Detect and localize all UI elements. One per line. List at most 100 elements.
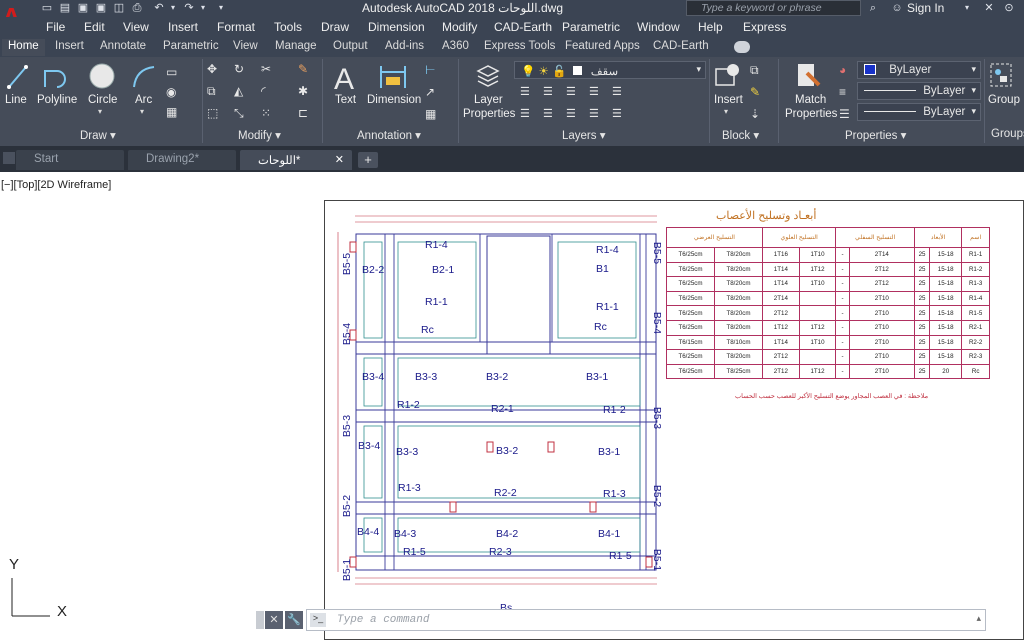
plot-icon[interactable]: ⎙ — [130, 1, 144, 15]
mirror-icon[interactable]: ◭ — [234, 84, 250, 100]
undo-dropdown-icon[interactable]: ▾ — [166, 1, 180, 15]
layer-tool-icon[interactable]: ☰ — [543, 107, 559, 123]
array-icon[interactable]: ⁙ — [261, 106, 277, 122]
match-properties-button-2[interactable]: Properties — [785, 108, 837, 120]
arc-icon[interactable] — [131, 63, 157, 91]
arc-button[interactable]: Arc — [135, 94, 152, 106]
group-icon[interactable] — [988, 61, 1016, 89]
command-history-icon[interactable]: ▴ — [976, 613, 981, 624]
linetype-icon[interactable]: ≡ — [839, 85, 855, 101]
redo-icon[interactable]: ↷ — [182, 1, 196, 15]
modify-panel-label[interactable]: Modify ▾ — [238, 128, 281, 142]
tab-add-ins[interactable]: Add-ins — [385, 40, 424, 52]
menu-cad-earth[interactable]: CAD-Earth — [494, 20, 552, 34]
create-block-icon[interactable]: ⧉ — [750, 63, 766, 79]
edit-block-icon[interactable]: ✎ — [750, 85, 766, 101]
move-icon[interactable]: ✥ — [207, 62, 223, 78]
match-properties-icon[interactable] — [795, 61, 823, 91]
menu-window[interactable]: Window — [637, 20, 680, 34]
tab-parametric[interactable]: Parametric — [163, 40, 219, 52]
menu-parametric[interactable]: Parametric — [562, 20, 620, 34]
menu-draw[interactable]: Draw — [321, 20, 349, 34]
undo-icon[interactable]: ↶ — [152, 1, 166, 15]
open-file-icon[interactable]: ▤ — [58, 1, 72, 15]
tab-current-drawing[interactable]: اللوحات* ✕ — [240, 150, 352, 170]
layer-properties-button-2[interactable]: Properties — [463, 108, 515, 120]
web-mobile-icon[interactable]: ◫ — [112, 1, 126, 15]
hatch-icon[interactable]: ◉ — [166, 85, 182, 101]
line-icon[interactable] — [6, 63, 28, 91]
draw-panel-label[interactable]: Draw ▾ — [80, 128, 116, 142]
table-insert-icon[interactable]: ▦ — [425, 107, 441, 123]
lock-icon[interactable]: 🔓 — [552, 66, 566, 78]
ribbon-minimize-icon[interactable] — [734, 41, 750, 53]
tab-express-tools[interactable]: Express Tools — [484, 40, 555, 52]
rotate-icon[interactable]: ↻ — [234, 62, 250, 78]
tab-a360[interactable]: A360 — [442, 40, 469, 52]
copy-icon[interactable]: ⧉ — [207, 84, 223, 100]
chevron-down-icon[interactable]: ▾ — [971, 85, 976, 96]
color-wheel-icon[interactable]: ◕ — [839, 63, 855, 79]
layer-tool-icon[interactable]: ☰ — [566, 85, 582, 101]
tab-view[interactable]: View — [233, 40, 258, 52]
menu-tools[interactable]: Tools — [274, 20, 302, 34]
explode-icon[interactable]: ✱ — [298, 84, 314, 100]
tab-output[interactable]: Output — [333, 40, 368, 52]
layer-tool-icon[interactable]: ☰ — [589, 85, 605, 101]
layer-tool-icon[interactable]: ☰ — [612, 85, 628, 101]
leader-icon[interactable]: ↗ — [425, 85, 441, 101]
chevron-down-icon[interactable]: ▾ — [696, 64, 701, 75]
linetype-dropdown[interactable]: ByLayer ▾ — [857, 82, 981, 100]
lineweight-dropdown[interactable]: ByLayer ▾ — [857, 103, 981, 121]
save-as-icon[interactable]: ▣ — [94, 1, 108, 15]
block-panel-label[interactable]: Block ▾ — [722, 128, 759, 142]
layer-tool-icon[interactable]: ☰ — [543, 85, 559, 101]
user-icon[interactable]: ☺ — [890, 1, 904, 15]
trim-icon[interactable]: ✂ — [261, 62, 277, 78]
circle-icon[interactable] — [88, 62, 116, 90]
customize-qat-icon[interactable]: ▾ — [214, 1, 228, 15]
annotation-panel-label[interactable]: Annotation ▾ — [357, 128, 421, 142]
new-file-icon[interactable]: ▭ — [40, 1, 54, 15]
arc-dropdown-icon[interactable]: ▾ — [140, 107, 144, 116]
menu-format[interactable]: Format — [217, 20, 255, 34]
text-button[interactable]: Text — [335, 94, 356, 106]
polyline-button[interactable]: Polyline — [37, 94, 77, 106]
binoculars-icon[interactable]: ⌕ — [866, 1, 880, 15]
table-icon[interactable]: ▦ — [166, 105, 182, 121]
dimension-button[interactable]: Dimension — [367, 94, 421, 106]
fillet-icon[interactable]: ◜ — [261, 84, 277, 100]
layers-panel-label[interactable]: Layers ▾ — [562, 128, 605, 142]
menu-express[interactable]: Express — [743, 20, 786, 34]
layer-tool-icon[interactable]: ☰ — [520, 107, 536, 123]
layer-tool-icon[interactable]: ☰ — [589, 107, 605, 123]
search-input[interactable]: Type a keyword or phrase — [686, 0, 861, 16]
tab-start[interactable]: Start — [16, 150, 124, 170]
layer-properties-button-1[interactable]: Layer — [474, 94, 503, 106]
line-button[interactable]: Line — [5, 94, 27, 106]
polyline-icon[interactable] — [42, 63, 68, 91]
color-dropdown[interactable]: ByLayer ▾ — [857, 61, 981, 79]
properties-panel-label[interactable]: Properties ▾ — [845, 128, 906, 142]
menu-edit[interactable]: Edit — [84, 20, 105, 34]
circle-dropdown-icon[interactable]: ▾ — [98, 107, 102, 116]
layer-tool-icon[interactable]: ☰ — [520, 85, 536, 101]
group-button[interactable]: Group — [988, 94, 1020, 106]
stretch-icon[interactable]: ⬚ — [207, 106, 223, 122]
file-tab-menu-icon[interactable] — [3, 152, 15, 164]
tab-cad-earth[interactable]: CAD-Earth — [653, 40, 709, 52]
close-icon[interactable]: ✕ — [335, 153, 344, 166]
command-input[interactable]: >_ Type a command ▴ — [306, 609, 986, 631]
offset-icon[interactable]: ⊏ — [298, 106, 314, 122]
bulb-icon[interactable]: 💡 — [521, 66, 535, 78]
tab-insert[interactable]: Insert — [55, 40, 84, 52]
redo-dropdown-icon[interactable]: ▾ — [196, 1, 210, 15]
customize-command-icon[interactable]: 🔧 — [285, 611, 303, 629]
save-icon[interactable]: ▣ — [76, 1, 90, 15]
sign-in-dropdown-icon[interactable]: ▾ — [960, 1, 974, 15]
insert-dropdown-icon[interactable]: ▾ — [724, 107, 728, 116]
new-tab-button[interactable]: + — [358, 152, 378, 168]
groups-panel-label[interactable]: Groups — [991, 128, 1024, 140]
erase-icon[interactable]: ✎ — [298, 62, 314, 78]
layer-properties-icon[interactable] — [474, 61, 502, 89]
